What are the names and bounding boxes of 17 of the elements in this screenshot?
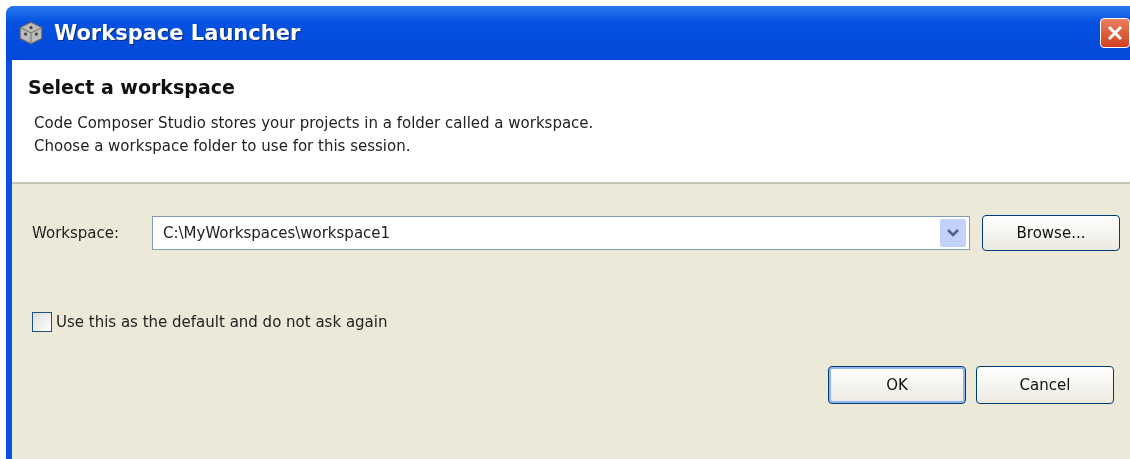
close-button[interactable]: [1100, 18, 1130, 48]
checkbox[interactable]: [32, 312, 52, 332]
window-title: Workspace Launcher: [54, 21, 302, 45]
workspace-label: Workspace:: [32, 224, 121, 242]
cube-icon: [18, 20, 44, 46]
description-text: Choose a workspace folder to use for this session.: [34, 136, 412, 157]
dropdown-button[interactable]: [940, 219, 966, 247]
checkbox-label: Use this as the default and do not ask again: [56, 313, 388, 331]
chevron-down-icon: [947, 229, 959, 237]
workspace-combo[interactable]: C:\MyWorkspaces\workspace1: [152, 216, 970, 250]
description-text: Code Composer Studio stores your projects in a folder called a workspace.: [34, 113, 595, 134]
cancel-button[interactable]: Cancel: [976, 366, 1114, 404]
header-title: Select a workspace: [28, 76, 236, 98]
workspace-path: C:\MyWorkspaces\workspace1: [162, 224, 392, 242]
ok-button[interactable]: OK: [828, 366, 966, 404]
browse-button[interactable]: Browse...: [982, 215, 1120, 251]
close-icon: [1105, 23, 1125, 43]
